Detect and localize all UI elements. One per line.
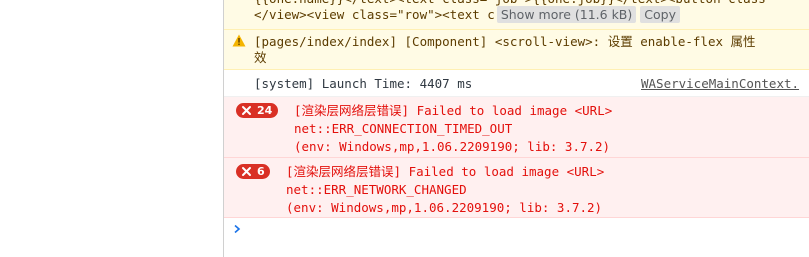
warning-text-line-1: [pages/index/index] [Component] <scroll-… [254, 34, 756, 49]
warning-triangle-icon [232, 34, 246, 47]
error-count-badge: 6 [236, 164, 270, 179]
error-line-1: [渲染层网络层错误] Failed to load image <URL> [286, 164, 605, 179]
error-count: 6 [257, 165, 265, 178]
info-text: [system] Launch Time: 4407 ms [254, 76, 473, 91]
view-row-text: </view><view class="row"><text c [254, 7, 495, 22]
close-x-icon [242, 167, 251, 176]
console-message-error: 6 [渲染层网络层错误] Failed to load image <URL> … [224, 158, 809, 218]
error-line-1: [渲染层网络层错误] Failed to load image <URL> [294, 103, 613, 118]
view-row-line: </view><view class="row"><text c Show mor… [254, 6, 680, 24]
console-message-info: [system] Launch Time: 4407 ms WAServiceM… [224, 70, 809, 97]
close-x-icon [242, 106, 251, 115]
error-line-3: (env: Windows,mp,1.06.2209190; lib: 3.7.… [294, 139, 611, 154]
console-message-error: 24 [渲染层网络层错误] Failed to load image <URL>… [224, 97, 809, 158]
chevron-right-icon [234, 224, 241, 234]
error-count: 24 [257, 104, 273, 117]
show-more-button[interactable]: Show more (11.6 kB) [496, 6, 637, 23]
console-prompt [224, 218, 809, 257]
left-pane-empty [0, 0, 224, 257]
source-link[interactable]: WAServiceMainContext. [641, 75, 799, 93]
error-line-2: net::ERR_NETWORK_CHANGED [286, 182, 467, 197]
error-line-2: net::ERR_CONNECTION_TIMED_OUT [294, 121, 513, 136]
console-message-warning: [pages/index/index] [Component] <scroll-… [224, 30, 809, 70]
console-panel: {{one.name}}</text><text class="job">{{o… [224, 0, 809, 257]
error-line-3: (env: Windows,mp,1.06.2209190; lib: 3.7.… [286, 200, 603, 215]
console-message-warning-truncated: {{one.name}}</text><text class="job">{{o… [224, 0, 809, 30]
console-input[interactable] [248, 222, 788, 240]
warning-text-line-2: 效 [254, 50, 267, 65]
copy-button[interactable]: Copy [640, 6, 680, 23]
error-count-badge: 24 [236, 103, 278, 118]
